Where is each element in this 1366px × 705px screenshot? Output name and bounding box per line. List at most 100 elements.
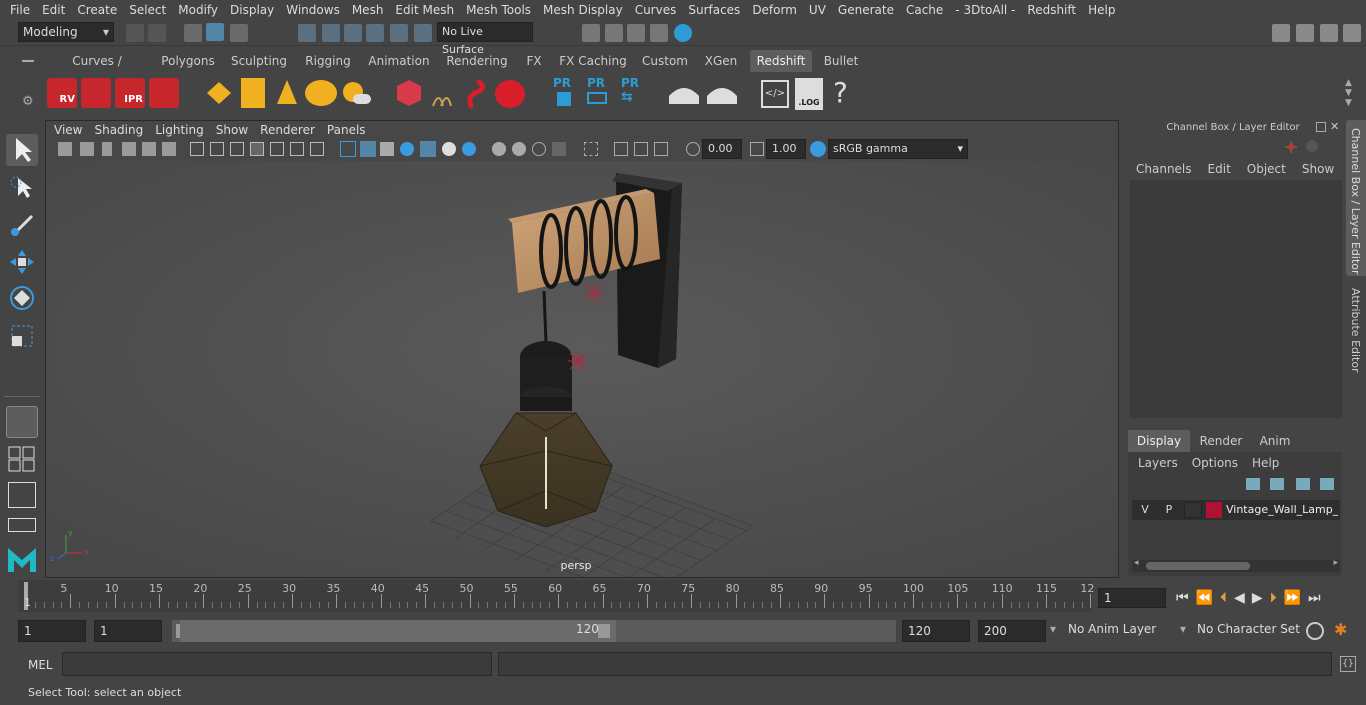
layout-four-icon[interactable] (8, 446, 36, 472)
hypershade-icon[interactable] (674, 24, 692, 42)
wireframe-icon[interactable] (340, 141, 356, 157)
script-editor-icon[interactable]: {} (1340, 656, 1356, 672)
menu-redshift[interactable]: Redshift (1021, 3, 1082, 17)
layer-move-down-icon[interactable] (1270, 478, 1284, 490)
motion-blur-icon[interactable] (512, 142, 526, 156)
redshift-ies-light-icon[interactable] (305, 80, 337, 106)
playback-end-field[interactable]: 120 (902, 620, 970, 642)
gamma-icon[interactable] (750, 142, 764, 156)
redshift-ipr-icon[interactable]: IPR (115, 78, 145, 108)
scale-tool-icon[interactable] (6, 320, 38, 352)
screen-space-ao-icon[interactable] (492, 142, 506, 156)
frame-selected-icon[interactable] (654, 142, 668, 156)
layer-playback-toggle[interactable]: P (1160, 500, 1178, 520)
layer-color-swatch[interactable] (1206, 502, 1222, 518)
redshift-hair-icon[interactable] (429, 80, 459, 108)
range-slider-end-handle[interactable] (598, 624, 610, 638)
scroll-right-icon[interactable]: ▸ (1333, 558, 1338, 568)
redshift-pr-object-icon[interactable]: PR (553, 76, 577, 110)
layout-graph-icon[interactable] (8, 518, 36, 532)
redshift-log-icon[interactable]: .LOG (795, 78, 823, 110)
go-to-end-icon[interactable]: ⏭ (1308, 590, 1321, 606)
layer-move-up-icon[interactable] (1246, 478, 1260, 490)
3d-scene[interactable]: y x z persp (46, 161, 1118, 600)
color-management-icon[interactable] (810, 141, 826, 157)
tab-animation[interactable]: Animation (366, 50, 432, 72)
redshift-help-icon[interactable]: ? (833, 76, 853, 110)
exposure-field[interactable]: 0.00 (702, 139, 742, 159)
snap-grid-icon[interactable] (298, 24, 316, 42)
grid-icon[interactable] (190, 142, 204, 156)
menu-windows[interactable]: Windows (280, 3, 346, 17)
step-back-icon[interactable]: ⏪ (1196, 590, 1213, 606)
redshift-render-sequence-icon[interactable] (81, 78, 111, 108)
toggle-panel-icon[interactable] (1296, 24, 1314, 42)
menu-mesh[interactable]: Mesh (346, 3, 390, 17)
tab-redshift[interactable]: Redshift (750, 50, 812, 72)
2d-pan-zoom-icon[interactable] (142, 142, 156, 156)
step-forward-key-icon[interactable]: ⏵ (1270, 590, 1277, 606)
viewport-panel[interactable]: View Shading Lighting Show Renderer Pane… (45, 120, 1119, 600)
bookmark-icon[interactable] (102, 142, 112, 156)
scrollbar-thumb[interactable] (1146, 562, 1250, 570)
tab-sculpting[interactable]: Sculpting (228, 50, 290, 72)
redshift-material-ball-icon[interactable] (495, 80, 525, 108)
lights-icon[interactable] (442, 142, 456, 156)
render-settings-icon[interactable] (650, 24, 668, 42)
x-ray-icon[interactable] (420, 141, 436, 157)
grease-pencil-icon[interactable] (162, 142, 176, 156)
gear-icon[interactable]: ⚙ (22, 94, 34, 109)
range-slider[interactable]: 1 120 (172, 620, 896, 642)
snap-vertex-icon[interactable] (414, 24, 432, 42)
workspace-icon[interactable] (1272, 24, 1290, 42)
layer-row[interactable]: V P Vintage_Wall_Lamp_Bl (1132, 500, 1340, 520)
menu-generate[interactable]: Generate (832, 3, 900, 17)
redshift-dome-light-icon[interactable] (339, 80, 371, 106)
render-sequence-icon[interactable] (605, 24, 623, 42)
menu-display[interactable]: Display (224, 3, 280, 17)
snap-curve-icon[interactable] (322, 24, 340, 42)
depth-of-field-icon[interactable] (552, 142, 566, 156)
time-slider[interactable]: 1 5 10 15 20 25 30 35 40 45 50 55 60 65 70 75 80 85 90 95 1… (0, 580, 1366, 616)
go-to-start-icon[interactable]: ⏮ (1176, 590, 1189, 606)
redshift-area-light-icon[interactable] (241, 78, 265, 108)
menu-uv[interactable]: UV (803, 3, 832, 17)
redshift-render-view-icon[interactable]: RV (47, 78, 77, 108)
play-forward-icon[interactable]: ▶ (1252, 590, 1263, 606)
file-open-icon[interactable] (148, 24, 166, 42)
menu-mesh-display[interactable]: Mesh Display (537, 3, 629, 17)
rotate-tool-icon[interactable] (6, 282, 38, 314)
float-panel-icon[interactable] (1316, 122, 1326, 132)
viewport-menu-view[interactable]: View (48, 123, 88, 137)
speed-icon[interactable] (1306, 140, 1318, 152)
snap-point-icon[interactable] (344, 24, 362, 42)
exposure-icon[interactable] (686, 142, 700, 156)
scroll-left-icon[interactable]: ◂ (1134, 558, 1139, 568)
layer-options-menu[interactable]: Options (1192, 456, 1238, 470)
animation-start-field[interactable]: 1 (18, 620, 86, 642)
viewport-menu-shading[interactable]: Shading (88, 123, 149, 137)
menu-edit-mesh[interactable]: Edit Mesh (389, 3, 460, 17)
viewport-menu-show[interactable]: Show (210, 123, 254, 137)
new-layer-selected-icon[interactable] (1320, 478, 1334, 490)
render-frame-icon[interactable] (582, 24, 600, 42)
tab-xgen[interactable]: XGen (702, 50, 740, 72)
channel-box-toggle-icon[interactable] (1343, 24, 1361, 42)
anti-aliasing-icon[interactable] (532, 142, 546, 156)
redshift-pr-export-icon[interactable]: PR (587, 76, 611, 110)
menu-3dtoall[interactable]: - 3DtoAll - (949, 3, 1021, 17)
close-icon[interactable]: ✕ (1330, 120, 1339, 133)
command-language-label[interactable]: MEL (28, 658, 53, 672)
field-chart-icon[interactable] (270, 142, 284, 156)
character-set-dropdown[interactable]: No Character Set (1197, 622, 1300, 636)
side-tab-channel-box[interactable]: Channel Box / Layer Editor (1346, 120, 1366, 276)
safe-title-icon[interactable] (310, 142, 324, 156)
gamma-field[interactable]: 1.00 (766, 139, 806, 159)
redshift-volume-icon[interactable] (465, 78, 493, 110)
camera-select-icon[interactable] (58, 142, 72, 156)
playback-start-field[interactable]: 1 (94, 620, 162, 642)
frame-all-icon[interactable] (634, 142, 648, 156)
menu-surfaces[interactable]: Surfaces (682, 3, 746, 17)
menu-file[interactable]: File (4, 3, 36, 17)
menu-modify[interactable]: Modify (172, 3, 224, 17)
